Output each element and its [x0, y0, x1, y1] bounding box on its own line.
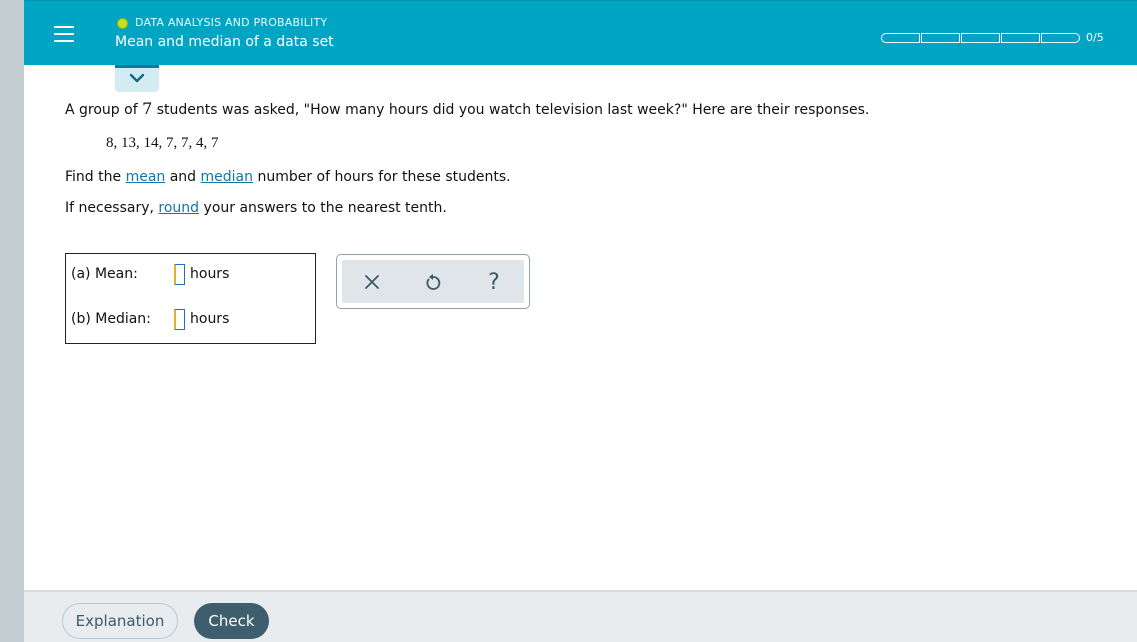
find-instruction: Find the mean and median number of hours… — [65, 169, 511, 185]
answer-tools-bar: ? — [342, 260, 524, 303]
footer-bar: Explanation Check — [24, 590, 1137, 642]
progress-segment — [921, 33, 960, 43]
undo-button[interactable] — [421, 270, 445, 294]
topic-label: DATA ANALYSIS AND PROBABILITY — [135, 16, 328, 29]
mean-label: (a) Mean: — [71, 266, 138, 282]
find-text-mid: and — [165, 169, 201, 185]
mean-input[interactable] — [174, 264, 185, 285]
find-text-end: number of hours for these students. — [253, 169, 511, 185]
x-icon — [365, 275, 379, 289]
student-count: 7 — [142, 99, 153, 118]
mean-link[interactable]: mean — [126, 169, 166, 185]
round-instruction: If necessary, round your answers to the … — [65, 200, 447, 216]
mean-unit: hours — [190, 266, 230, 282]
find-text: Find the — [65, 169, 126, 185]
median-input[interactable] — [174, 309, 185, 330]
question-intro: A group of 7 students was asked, "How ma… — [65, 99, 869, 118]
answer-tools-panel: ? — [336, 254, 530, 309]
progress-segment — [1041, 33, 1080, 43]
progress-bar — [881, 33, 1080, 43]
round-link[interactable]: round — [158, 200, 199, 216]
progress-count: 0/5 — [1086, 31, 1104, 44]
progress-segment — [961, 33, 1000, 43]
topic-status-dot — [117, 18, 128, 29]
intro-text-rest: students was asked, "How many hours did … — [152, 102, 870, 118]
help-button[interactable]: ? — [482, 270, 506, 295]
median-unit: hours — [190, 311, 230, 327]
round-text: If necessary, — [65, 200, 159, 216]
explanation-button[interactable]: Explanation — [62, 603, 178, 639]
menu-icon[interactable] — [52, 20, 76, 48]
clear-button[interactable] — [360, 270, 384, 294]
check-button[interactable]: Check — [194, 603, 269, 639]
page-title: Mean and median of a data set — [115, 34, 334, 50]
round-text-end: your answers to the nearest tenth. — [199, 200, 447, 216]
collapse-header-button[interactable] — [115, 65, 159, 92]
median-label: (b) Median: — [71, 311, 151, 327]
undo-icon — [426, 274, 441, 290]
progress-segment — [1001, 33, 1040, 43]
chevron-down-icon — [129, 73, 145, 83]
header-bar: DATA ANALYSIS AND PROBABILITY Mean and m… — [24, 0, 1137, 65]
data-list: 8, 13, 14, 7, 7, 4, 7 — [106, 135, 219, 151]
progress-segment — [881, 33, 920, 43]
intro-text: A group of — [65, 102, 143, 118]
left-rail — [0, 0, 24, 642]
answer-box: (a) Mean: hours (b) Median: hours — [65, 253, 316, 344]
median-link[interactable]: median — [201, 169, 253, 185]
